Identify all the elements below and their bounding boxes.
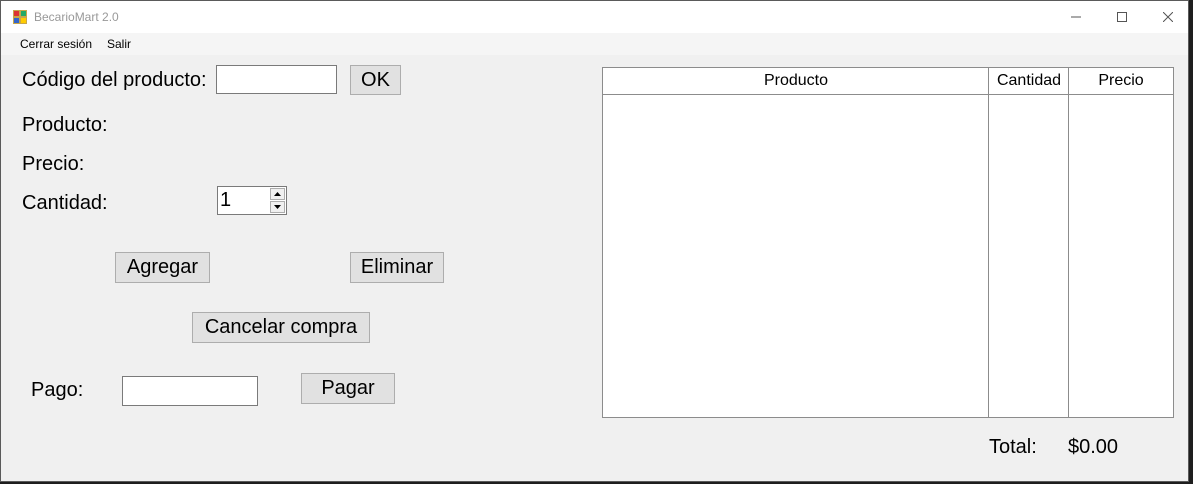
close-button[interactable] xyxy=(1145,1,1191,33)
producto-label: Producto: xyxy=(22,114,108,136)
total-value: $0.00 xyxy=(1068,436,1119,458)
products-table[interactable]: Producto Cantidad Precio xyxy=(602,67,1174,418)
minimize-icon xyxy=(1071,16,1081,18)
column-divider xyxy=(988,68,989,417)
column-header-cantidad[interactable]: Cantidad xyxy=(989,68,1069,95)
menu-salir[interactable]: Salir xyxy=(107,37,131,51)
maximize-button[interactable] xyxy=(1099,1,1145,33)
ok-button[interactable]: OK xyxy=(350,65,401,95)
pagar-button[interactable]: Pagar xyxy=(301,373,395,404)
close-icon xyxy=(1163,12,1173,22)
cantidad-stepper[interactable]: 1 xyxy=(217,186,287,215)
main-window: BecarioMart 2.0 Cerrar sesión Salir Códi… xyxy=(0,0,1189,482)
pago-label: Pago: xyxy=(31,379,84,401)
menu-bar: Cerrar sesión Salir xyxy=(1,33,1188,55)
chevron-up-icon xyxy=(274,192,281,196)
pago-input[interactable] xyxy=(122,376,258,406)
minimize-button[interactable] xyxy=(1053,1,1099,33)
window-title: BecarioMart 2.0 xyxy=(34,10,119,24)
title-bar: BecarioMart 2.0 xyxy=(1,1,1188,33)
cantidad-value[interactable]: 1 xyxy=(220,189,231,212)
menu-cerrar-sesion[interactable]: Cerrar sesión xyxy=(20,37,92,51)
total-label: Total: xyxy=(989,436,1037,458)
maximize-icon xyxy=(1117,12,1127,22)
cantidad-label: Cantidad: xyxy=(22,192,108,214)
stepper-up-button[interactable] xyxy=(270,188,285,200)
column-divider xyxy=(1068,68,1069,417)
stepper-down-button[interactable] xyxy=(270,201,285,213)
codigo-label: Código del producto: xyxy=(22,69,207,91)
precio-label: Precio: xyxy=(22,153,85,175)
agregar-button[interactable]: Agregar xyxy=(115,252,210,283)
stepper-buttons xyxy=(270,188,285,213)
column-header-precio[interactable]: Precio xyxy=(1069,68,1173,95)
eliminar-button[interactable]: Eliminar xyxy=(350,252,444,283)
cancelar-compra-button[interactable]: Cancelar compra xyxy=(192,312,370,343)
chevron-down-icon xyxy=(274,205,281,209)
codigo-input[interactable] xyxy=(216,65,337,94)
app-icon xyxy=(13,10,27,24)
column-header-producto[interactable]: Producto xyxy=(603,68,989,95)
